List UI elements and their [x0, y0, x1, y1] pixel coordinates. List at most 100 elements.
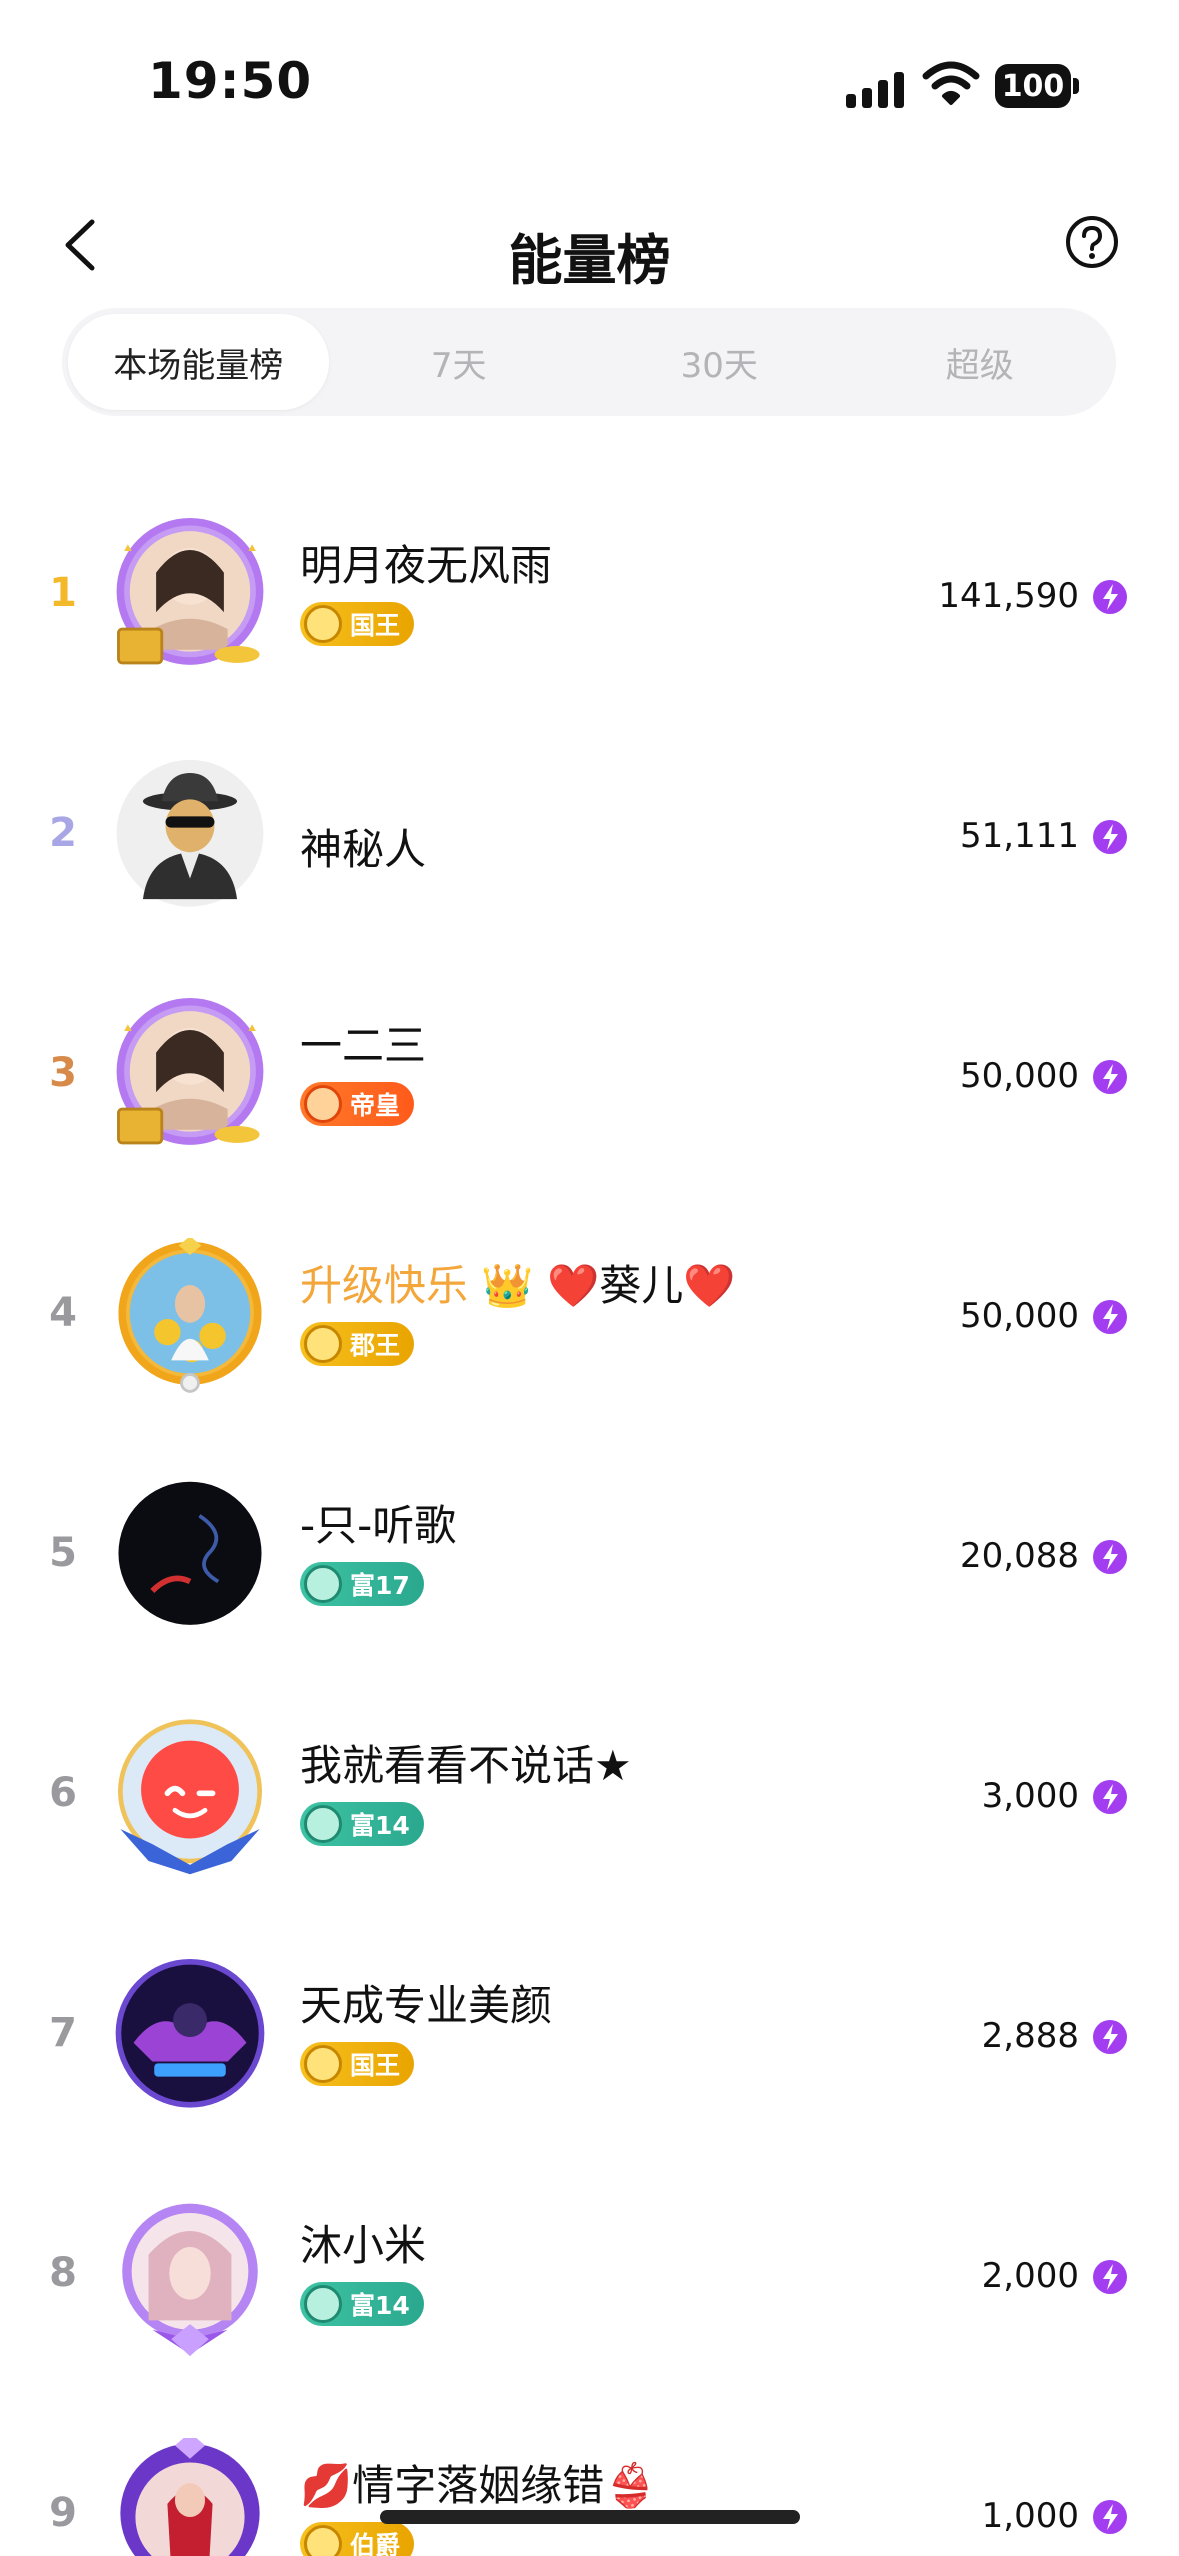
badge-label: 富14 [350, 1811, 410, 1840]
user-name: 明月夜无风雨 [300, 532, 552, 593]
user-name-text: 沐小米 [300, 2221, 427, 2270]
user-name: 💋情字落姻缘错👙 [300, 2452, 657, 2513]
badge-label: 郡王 [350, 1331, 401, 1360]
avatar[interactable] [110, 1238, 270, 1398]
user-name: 升级快乐 👑 ❤️葵儿❤️ [300, 1252, 736, 1313]
status-bar: 19:50 100 [0, 0, 1179, 160]
user-name: 一二三 [300, 1012, 426, 1073]
energy-bolt-icon [1093, 1300, 1127, 1334]
wifi-icon [922, 61, 980, 105]
user-name: 沐小米 [300, 2212, 426, 2273]
avatar[interactable] [110, 2438, 270, 2556]
rank-row[interactable]: 7 天成专业美颜国王 2,888 [0, 1920, 1179, 2160]
badge-label: 国王 [350, 611, 401, 640]
energy-score: 50,000 [960, 1296, 1079, 1336]
badge-emblem-icon [304, 2525, 342, 2556]
energy-bolt-icon [1093, 2020, 1127, 2054]
user-name: -只-听歌 [300, 1492, 456, 1553]
energy-score: 1,000 [981, 2496, 1079, 2536]
energy-score: 51,111 [960, 816, 1079, 856]
page-title: 能量榜 [508, 229, 671, 292]
user-name-suffix: ❤️葵儿❤️ [547, 1261, 736, 1310]
rank-row[interactable]: 4 升级快乐 👑 ❤️葵儿❤️ 郡王 50,000 [0, 1200, 1179, 1440]
energy-bolt-icon [1093, 2260, 1127, 2294]
screen: 19:50 100 能量榜 本场能量榜 7天 30天 超级 1 明月夜无风雨 国… [0, 0, 1179, 2556]
user-name: 我就看看不说话★ [300, 1732, 632, 1793]
user-name: 天成专业美颜 [300, 1972, 552, 2033]
badge-emblem-icon [304, 1565, 342, 1603]
user-name-text: 💋情字落姻缘错👙 [300, 2461, 657, 2510]
rank-row[interactable]: 9 💋情字落姻缘错👙 伯爵 1,000 [0, 2400, 1179, 2556]
level-badge: 郡王 [300, 1322, 415, 1366]
level-badge: 国王 [300, 602, 415, 646]
tab-30-days[interactable]: 30天 [589, 314, 850, 410]
rank-number: 5 [49, 1530, 77, 1576]
rank-number: 2 [49, 810, 77, 856]
rank-number: 7 [49, 2010, 77, 2056]
user-name-text: 明月夜无风雨 [300, 541, 553, 590]
energy-bolt-icon [1093, 580, 1127, 614]
energy-score: 50,000 [960, 1056, 1079, 1096]
rank-number: 4 [49, 1290, 77, 1336]
badge-label: 国王 [350, 2051, 401, 2080]
badge-label: 富14 [350, 2291, 410, 2320]
avatar[interactable] [110, 518, 270, 678]
energy-bolt-icon [1093, 2500, 1127, 2534]
rank-row[interactable]: 3 一二三 帝皇 50,000 [0, 960, 1179, 1200]
level-badge: 富14 [300, 2282, 424, 2326]
badge-emblem-icon [304, 605, 342, 643]
level-badge: 富17 [300, 1562, 424, 1606]
user-name-text: 升级快乐 [300, 1261, 469, 1310]
tab-current-session[interactable]: 本场能量榜 [68, 314, 329, 410]
energy-score: 141,590 [938, 576, 1079, 616]
avatar[interactable] [110, 2198, 270, 2358]
level-badge: 国王 [300, 2042, 415, 2086]
home-indicator[interactable] [380, 2510, 800, 2524]
crown-icon: 👑 [468, 1261, 548, 1310]
rank-row[interactable]: 2 神秘人 51,111 [0, 720, 1179, 960]
tab-7-days[interactable]: 7天 [329, 314, 590, 410]
badge-emblem-icon [304, 2045, 342, 2083]
user-name-text: 一二三 [300, 1021, 427, 1070]
energy-score: 20,088 [960, 1536, 1079, 1576]
rank-number: 9 [49, 2490, 77, 2536]
level-badge: 富14 [300, 1802, 424, 1846]
rank-row[interactable]: 8 沐小米富14 2,000 [0, 2160, 1179, 2400]
header: 能量榜 [0, 190, 1179, 300]
user-name-text: 天成专业美颜 [300, 1981, 553, 2030]
help-icon[interactable] [1064, 214, 1120, 270]
rank-row[interactable]: 1 明月夜无风雨 国王 141,590 [0, 480, 1179, 720]
energy-bolt-icon [1093, 1780, 1127, 1814]
rank-number: 6 [49, 1770, 77, 1816]
rank-number: 8 [49, 2250, 77, 2296]
energy-bolt-icon [1093, 1060, 1127, 1094]
energy-score: 2,000 [981, 2256, 1079, 2296]
user-name-text: 神秘人 [300, 825, 427, 874]
badge-emblem-icon [304, 1085, 342, 1123]
badge-label: 伯爵 [350, 2531, 401, 2556]
energy-bolt-icon [1093, 1540, 1127, 1574]
level-badge: 帝皇 [300, 1082, 415, 1126]
level-badge: 伯爵 [300, 2522, 415, 2556]
avatar[interactable] [110, 1478, 270, 1638]
user-name-text: -只-听歌 [300, 1501, 457, 1550]
energy-score: 2,888 [981, 2016, 1079, 2056]
rank-row[interactable]: 6 我就看看不说话★ 富14 3,000 [0, 1680, 1179, 1920]
user-name: 神秘人 [300, 816, 426, 877]
avatar[interactable] [110, 998, 270, 1158]
tab-bar: 本场能量榜 7天 30天 超级 [62, 308, 1116, 416]
tab-super[interactable]: 超级 [850, 314, 1111, 410]
badge-emblem-icon [304, 2285, 342, 2323]
status-time: 19:50 [148, 52, 313, 110]
badge-emblem-icon [304, 1805, 342, 1843]
avatar[interactable] [110, 1718, 270, 1878]
badge-label: 帝皇 [350, 1091, 401, 1120]
avatar[interactable] [110, 1958, 270, 2118]
rank-row[interactable]: 5 -只-听歌富17 20,088 [0, 1440, 1179, 1680]
badge-emblem-icon [304, 1325, 342, 1363]
battery-level: 100 [995, 64, 1071, 108]
badge-label: 富17 [350, 1571, 410, 1600]
avatar[interactable] [110, 758, 270, 918]
cellular-signal-icon [846, 68, 908, 108]
user-name-text: 我就看看不说话★ [300, 1741, 632, 1790]
